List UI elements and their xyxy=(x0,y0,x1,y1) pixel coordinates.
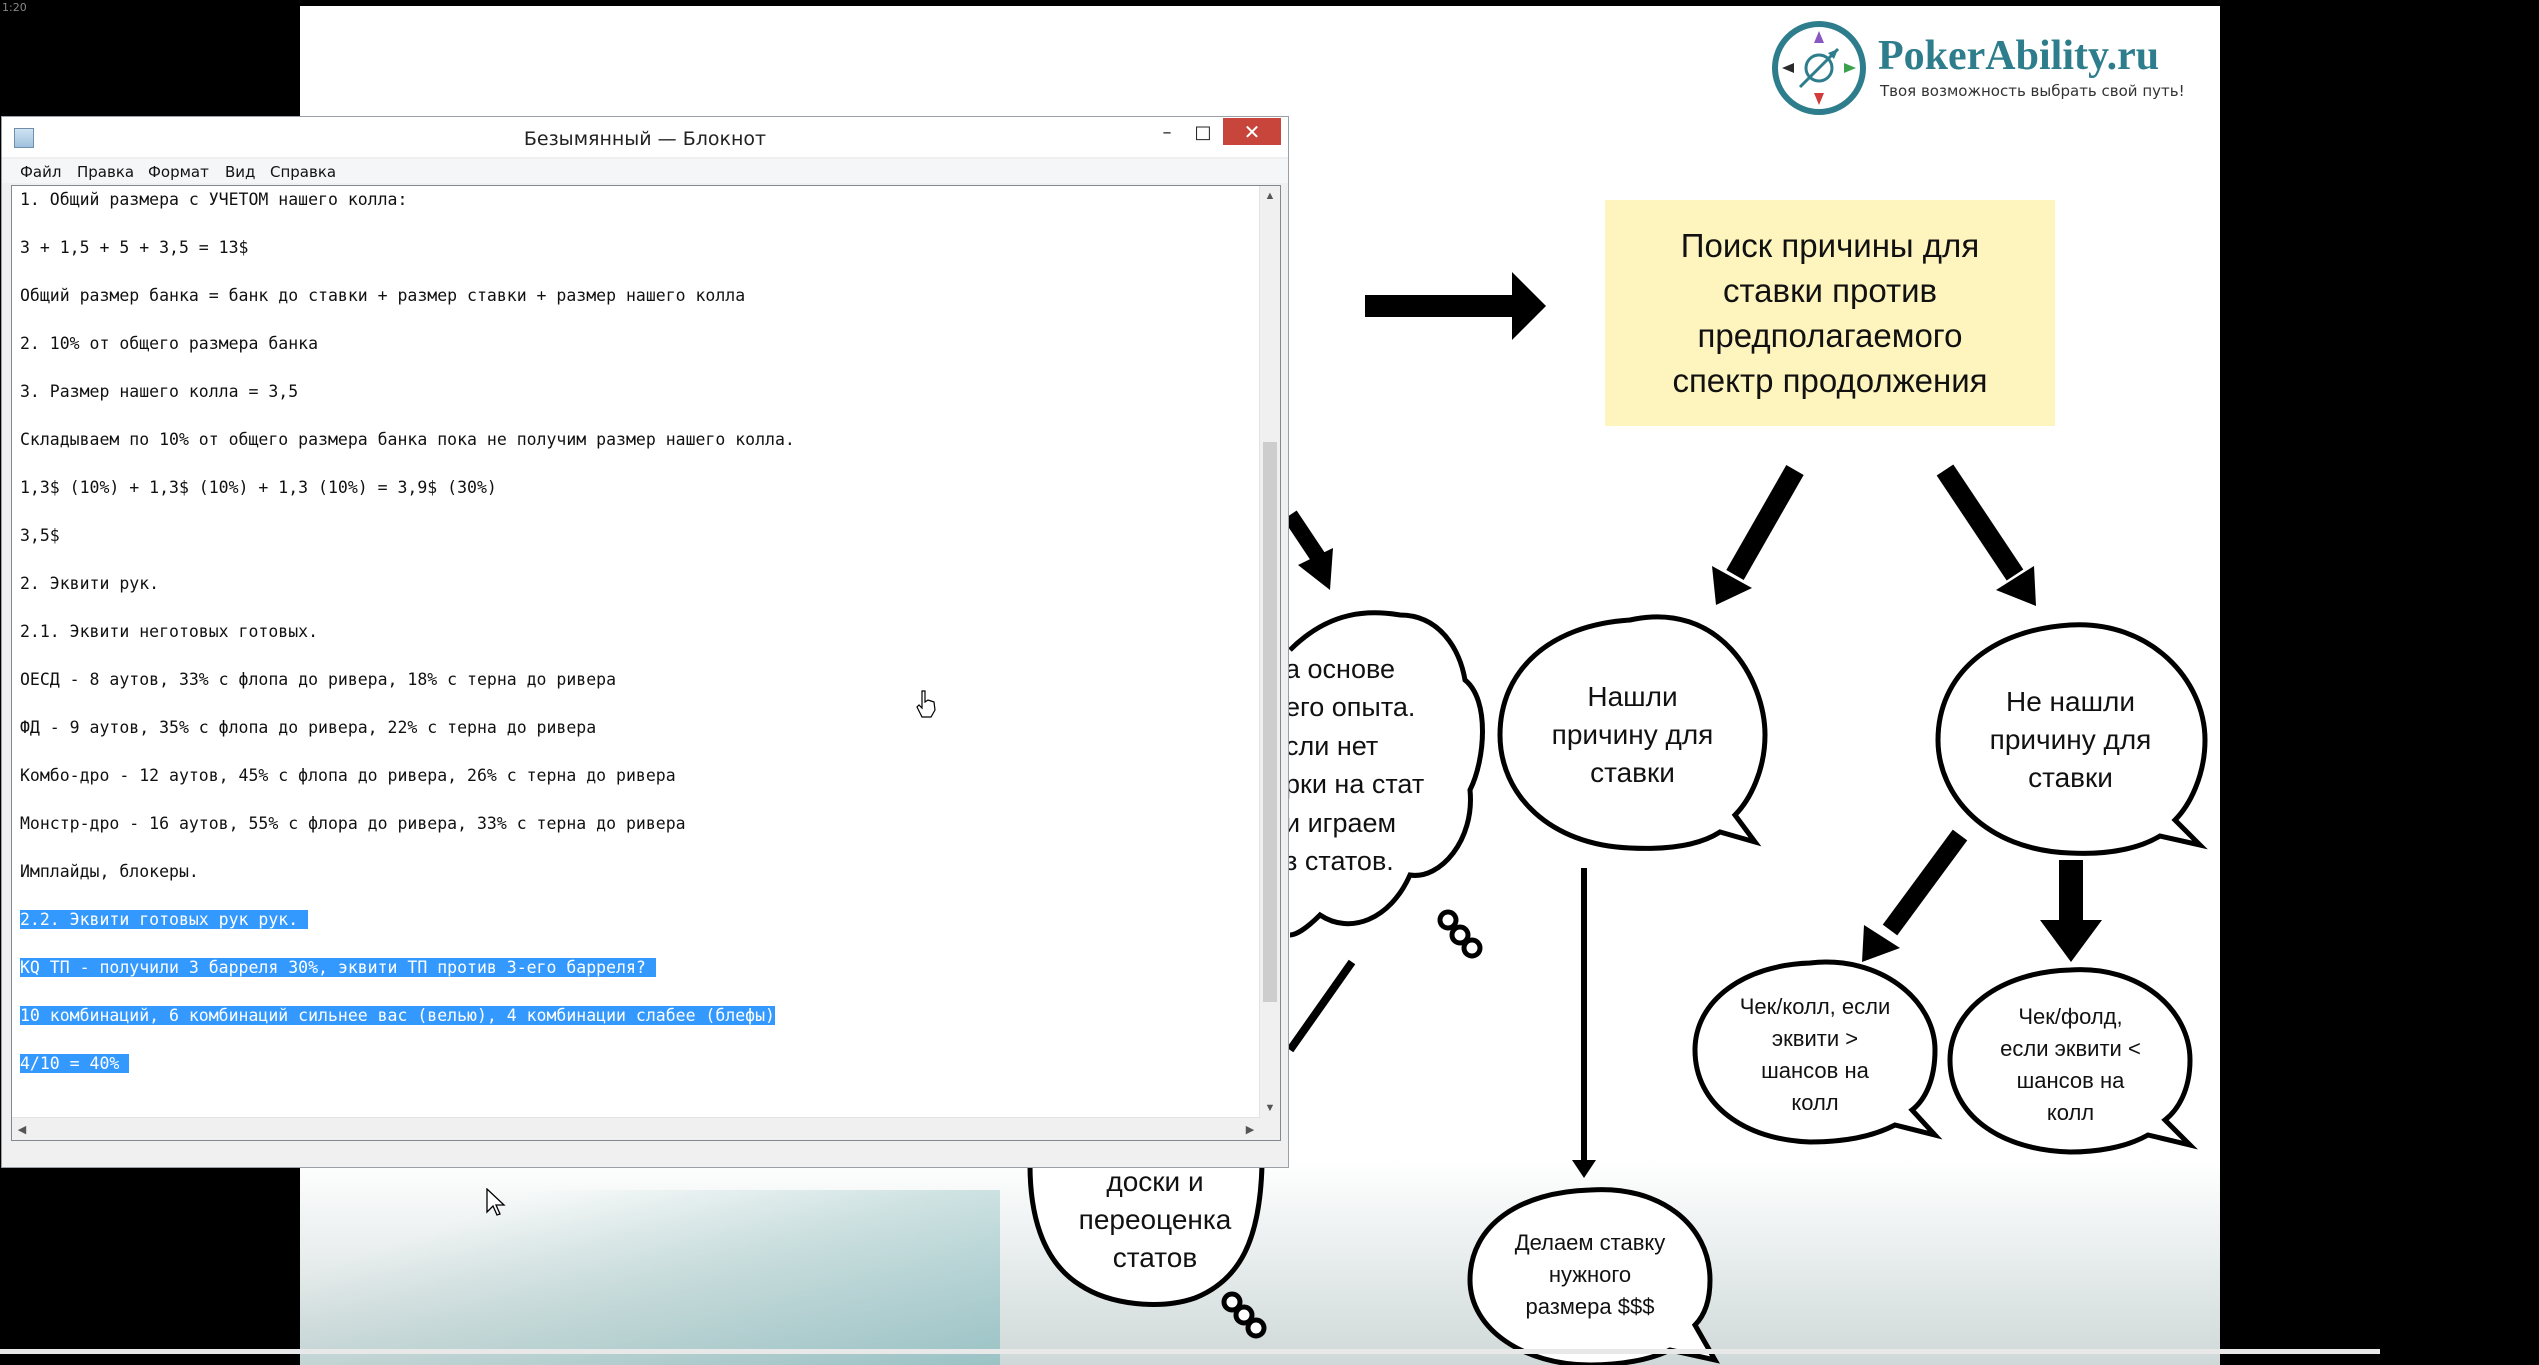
notepad-window[interactable]: Безымянный — Блокнот – □ ✕ Файл Правка Ф… xyxy=(1,116,1289,1168)
text-line: 3 + 1,5 + 5 + 3,5 = 13$ xyxy=(20,238,249,257)
resize-grip-icon[interactable] xyxy=(1260,1118,1280,1140)
selected-text-line: 10 комбинаций, 6 комбинаций сильнее вас … xyxy=(20,1006,775,1025)
bubble-not-found-reason: Не нашли причину для ставки xyxy=(1989,686,2152,793)
menu-file[interactable]: Файл xyxy=(20,163,61,181)
close-button[interactable]: ✕ xyxy=(1223,118,1281,145)
hand-cursor-icon xyxy=(916,690,936,718)
scroll-left-icon[interactable]: ◀ xyxy=(12,1118,32,1140)
connector-line xyxy=(1286,959,1356,1053)
selected-text-line: 2.2. Эквити готовых рук рук. xyxy=(20,910,309,929)
arrow-down-right-icon xyxy=(1936,464,2036,606)
text-line: 1. Общий размера с УЧЕТОМ нашего колла: xyxy=(20,190,408,209)
horizontal-scrollbar[interactable]: ◀ ▶ xyxy=(12,1117,1260,1140)
arrow-to-makebet-icon xyxy=(1572,868,1596,1178)
arrow-to-checkfold-icon xyxy=(2040,860,2102,962)
maximize-button[interactable]: □ xyxy=(1186,117,1220,147)
text-line: 3. Размер нашего колла = 3,5 xyxy=(20,382,299,401)
scroll-down-icon[interactable]: ▼ xyxy=(1260,1098,1280,1118)
scroll-up-icon[interactable]: ▲ xyxy=(1260,186,1280,206)
text-line: Общий размер банка = банк до ставки + ра… xyxy=(20,286,746,305)
text-line: Имплайды, блокеры. xyxy=(20,862,199,881)
menu-bar: Файл Правка Формат Вид Справка xyxy=(2,159,1288,183)
bubble-check-fold: Чек/фолд, если эквити < шансов на колл xyxy=(2000,1004,2141,1125)
bubble-check-call: Чек/колл, если эквити > шансов на колл xyxy=(1739,994,1891,1115)
text-line: 3,5$ xyxy=(20,526,60,545)
bubble-make-bet: Делаем ставку нужного размера $$$ xyxy=(1514,1230,1666,1319)
text-line: Монстр-дро - 16 аутов, 55% с флора до ри… xyxy=(20,814,686,833)
menu-help[interactable]: Справка xyxy=(270,163,336,181)
scroll-right-icon[interactable]: ▶ xyxy=(1240,1118,1260,1140)
text-line: ОЕСД - 8 аутов, 33% с флопа до ривера, 1… xyxy=(20,670,617,689)
window-titlebar[interactable]: Безымянный — Блокнот – □ ✕ xyxy=(2,117,1288,157)
menu-edit[interactable]: Правка xyxy=(77,163,134,181)
text-line: 1,3$ (10%) + 1,3$ (10%) + 1,3 (10%) = 3,… xyxy=(20,478,497,497)
text-line: 2. Эквити рук. xyxy=(20,574,160,593)
text-line: Складываем по 10% от общего размера банк… xyxy=(20,430,795,449)
text-line: 2. 10% от общего размера банка xyxy=(20,334,319,353)
editor-text: 1. Общий размера с УЧЕТОМ нашего колла: … xyxy=(20,190,1250,1102)
minimize-button[interactable]: – xyxy=(1152,117,1182,147)
arrow-partial-icon xyxy=(1283,510,1333,590)
window-title: Безымянный — Блокнот xyxy=(523,128,767,150)
arrow-down-left-icon xyxy=(1712,465,1804,605)
bubble-board-partial: доски и переоценка статов xyxy=(1078,1166,1232,1273)
bubble-found-reason: Нашли причину для ставки xyxy=(1551,681,1714,788)
menu-view[interactable]: Вид xyxy=(225,163,255,181)
vertical-scroll-thumb[interactable] xyxy=(1263,442,1277,1002)
text-editor-area[interactable]: 1. Общий размера с УЧЕТОМ нашего колла: … xyxy=(11,185,1281,1141)
vertical-scrollbar[interactable]: ▲ ▼ xyxy=(1259,186,1280,1118)
arrow-to-checkcall-icon xyxy=(1862,829,1968,962)
text-line: Комбо-дро - 12 аутов, 45% с флопа до рив… xyxy=(20,766,676,785)
arrow-cursor-icon xyxy=(486,1188,506,1216)
selected-text-line: KQ ТП - получили 3 барреля 30%, эквити Т… xyxy=(20,958,656,977)
bubble-experience-partial: а основе его опыта. сли нет рки на стат … xyxy=(1285,653,1425,877)
video-progress-bar[interactable] xyxy=(0,1349,2380,1354)
menu-format[interactable]: Формат xyxy=(148,163,209,181)
arrow-right-icon xyxy=(1365,272,1546,340)
text-line: 2.1. Эквити неготовых готовых. xyxy=(20,622,319,641)
text-line: ФД - 9 аутов, 35% с флопа до ривера, 22%… xyxy=(20,718,597,737)
screen: 1:20 PokerAbility.ru Твоя возможность вы… xyxy=(0,0,2539,1365)
selected-text-line: 4/10 = 40% xyxy=(20,1054,130,1073)
